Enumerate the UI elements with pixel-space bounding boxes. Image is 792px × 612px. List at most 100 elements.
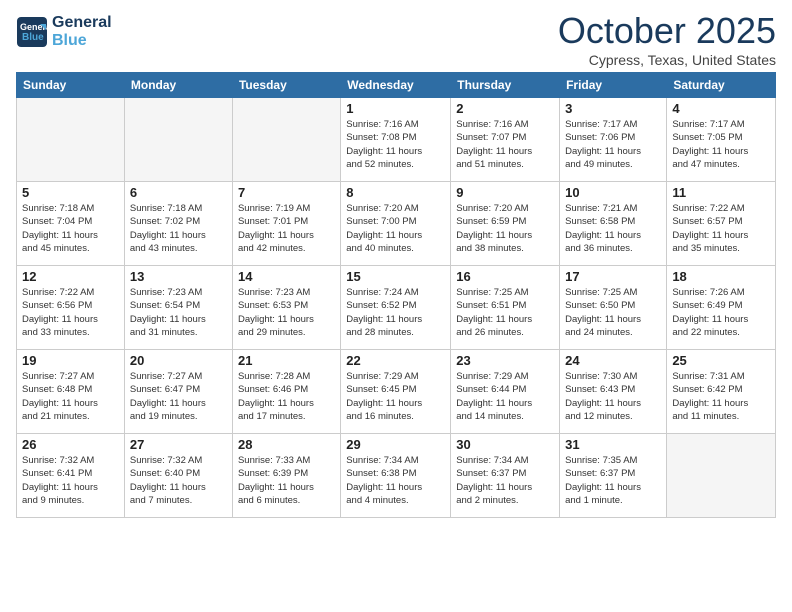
calendar-cell: 2 Sunrise: 7:16 AMSunset: 7:07 PMDaylight… [451,98,560,182]
calendar-cell: 18Sunrise: 7:26 AMSunset: 6:49 PMDayligh… [667,266,776,350]
column-header-thursday: Thursday [451,73,560,98]
day-number: 10 [565,185,661,200]
day-info: Sunrise: 7:21 AMSunset: 6:58 PMDaylight:… [565,202,661,255]
day-info: Sunrise: 7:33 AMSunset: 6:39 PMDaylight:… [238,454,335,507]
day-info: Sunrise: 7:16 AMSunset: 7:07 PMDaylight:… [456,118,554,171]
day-info: Sunrise: 7:35 AMSunset: 6:37 PMDaylight:… [565,454,661,507]
day-info: Sunrise: 7:18 AMSunset: 7:04 PMDaylight:… [22,202,119,255]
calendar-cell: 11 Sunrise: 7:22 AMSunset: 6:57 PMDayligh… [667,182,776,266]
day-number: 2 [456,101,554,116]
day-info: Sunrise: 7:16 AMSunset: 7:08 PMDaylight:… [346,118,445,171]
day-number: 15 [346,269,445,284]
day-number: 19 [22,353,119,368]
column-header-tuesday: Tuesday [232,73,340,98]
day-info: Sunrise: 7:20 AMSunset: 7:00 PMDaylight:… [346,202,445,255]
day-info: Sunrise: 7:30 AMSunset: 6:43 PMDaylight:… [565,370,661,423]
day-info: Sunrise: 7:19 AMSunset: 7:01 PMDaylight:… [238,202,335,255]
day-number: 1 [346,101,445,116]
calendar-cell: 23 Sunrise: 7:29 AMSunset: 6:44 PMDayligh… [451,350,560,434]
day-number: 27 [130,437,227,452]
day-number: 6 [130,185,227,200]
logo-icon: General Blue [16,16,48,48]
column-header-wednesday: Wednesday [341,73,451,98]
calendar-cell: 6Sunrise: 7:18 AMSunset: 7:02 PMDaylight… [124,182,232,266]
day-number: 16 [456,269,554,284]
calendar-cell: 30 Sunrise: 7:34 AMSunset: 6:37 PMDayligh… [451,434,560,518]
calendar-cell: 8 Sunrise: 7:20 AMSunset: 7:00 PMDaylight… [341,182,451,266]
day-number: 26 [22,437,119,452]
day-info: Sunrise: 7:25 AMSunset: 6:51 PMDaylight:… [456,286,554,339]
calendar-cell: 27Sunrise: 7:32 AMSunset: 6:40 PMDayligh… [124,434,232,518]
calendar-cell: 4 Sunrise: 7:17 AMSunset: 7:05 PMDaylight… [667,98,776,182]
day-info: Sunrise: 7:27 AMSunset: 6:48 PMDaylight:… [22,370,119,423]
calendar-cell: 16 Sunrise: 7:25 AMSunset: 6:51 PMDayligh… [451,266,560,350]
column-header-friday: Friday [560,73,667,98]
day-number: 18 [672,269,770,284]
day-info: Sunrise: 7:29 AMSunset: 6:45 PMDaylight:… [346,370,445,423]
calendar-cell: 5 Sunrise: 7:18 AMSunset: 7:04 PMDaylight… [17,182,125,266]
calendar-cell: 20 Sunrise: 7:27 AMSunset: 6:47 PMDayligh… [124,350,232,434]
calendar-cell: 13 Sunrise: 7:23 AMSunset: 6:54 PMDayligh… [124,266,232,350]
day-number: 11 [672,185,770,200]
day-number: 4 [672,101,770,116]
calendar-cell: 14Sunrise: 7:23 AMSunset: 6:53 PMDayligh… [232,266,340,350]
day-info: Sunrise: 7:17 AMSunset: 7:05 PMDaylight:… [672,118,770,171]
calendar-cell: 9 Sunrise: 7:20 AMSunset: 6:59 PMDaylight… [451,182,560,266]
calendar-cell: 21 Sunrise: 7:28 AMSunset: 6:46 PMDayligh… [232,350,340,434]
day-number: 7 [238,185,335,200]
day-number: 29 [346,437,445,452]
day-info: Sunrise: 7:24 AMSunset: 6:52 PMDaylight:… [346,286,445,339]
calendar-cell: 15 Sunrise: 7:24 AMSunset: 6:52 PMDayligh… [341,266,451,350]
logo-blue: Blue [52,32,112,50]
column-header-sunday: Sunday [17,73,125,98]
calendar-cell: 3 Sunrise: 7:17 AMSunset: 7:06 PMDaylight… [560,98,667,182]
calendar-cell: 26Sunrise: 7:32 AMSunset: 6:41 PMDayligh… [17,434,125,518]
day-info: Sunrise: 7:31 AMSunset: 6:42 PMDaylight:… [672,370,770,423]
day-info: Sunrise: 7:29 AMSunset: 6:44 PMDaylight:… [456,370,554,423]
calendar-cell: 28 Sunrise: 7:33 AMSunset: 6:39 PMDayligh… [232,434,340,518]
day-number: 24 [565,353,661,368]
day-info: Sunrise: 7:20 AMSunset: 6:59 PMDaylight:… [456,202,554,255]
day-number: 23 [456,353,554,368]
logo-general: General [52,14,112,32]
day-number: 25 [672,353,770,368]
calendar-cell [667,434,776,518]
title-block: October 2025 Cypress, Texas, United Stat… [558,10,776,68]
day-number: 17 [565,269,661,284]
day-info: Sunrise: 7:34 AMSunset: 6:37 PMDaylight:… [456,454,554,507]
day-number: 12 [22,269,119,284]
day-info: Sunrise: 7:34 AMSunset: 6:38 PMDaylight:… [346,454,445,507]
calendar-cell [232,98,340,182]
calendar-cell: 22Sunrise: 7:29 AMSunset: 6:45 PMDayligh… [341,350,451,434]
day-number: 21 [238,353,335,368]
calendar-cell: 25 Sunrise: 7:31 AMSunset: 6:42 PMDayligh… [667,350,776,434]
day-info: Sunrise: 7:23 AMSunset: 6:54 PMDaylight:… [130,286,227,339]
day-number: 28 [238,437,335,452]
day-number: 5 [22,185,119,200]
calendar-cell: 19 Sunrise: 7:27 AMSunset: 6:48 PMDayligh… [17,350,125,434]
svg-text:Blue: Blue [22,32,44,43]
calendar-cell: 29 Sunrise: 7:34 AMSunset: 6:38 PMDayligh… [341,434,451,518]
calendar-cell: 7 Sunrise: 7:19 AMSunset: 7:01 PMDaylight… [232,182,340,266]
day-info: Sunrise: 7:23 AMSunset: 6:53 PMDaylight:… [238,286,335,339]
calendar-cell: 10 Sunrise: 7:21 AMSunset: 6:58 PMDayligh… [560,182,667,266]
column-header-saturday: Saturday [667,73,776,98]
day-info: Sunrise: 7:17 AMSunset: 7:06 PMDaylight:… [565,118,661,171]
day-info: Sunrise: 7:22 AMSunset: 6:57 PMDaylight:… [672,202,770,255]
day-info: Sunrise: 7:22 AMSunset: 6:56 PMDaylight:… [22,286,119,339]
day-number: 13 [130,269,227,284]
location: Cypress, Texas, United States [558,52,776,68]
month-title: October 2025 [558,10,776,52]
calendar-cell [17,98,125,182]
logo: General Blue General Blue [16,14,112,49]
calendar-cell: 31Sunrise: 7:35 AMSunset: 6:37 PMDayligh… [560,434,667,518]
day-number: 8 [346,185,445,200]
calendar-cell: 1 Sunrise: 7:16 AMSunset: 7:08 PMDaylight… [341,98,451,182]
day-number: 9 [456,185,554,200]
day-info: Sunrise: 7:27 AMSunset: 6:47 PMDaylight:… [130,370,227,423]
day-number: 3 [565,101,661,116]
day-number: 20 [130,353,227,368]
calendar-cell: 12 Sunrise: 7:22 AMSunset: 6:56 PMDayligh… [17,266,125,350]
day-number: 30 [456,437,554,452]
day-info: Sunrise: 7:28 AMSunset: 6:46 PMDaylight:… [238,370,335,423]
